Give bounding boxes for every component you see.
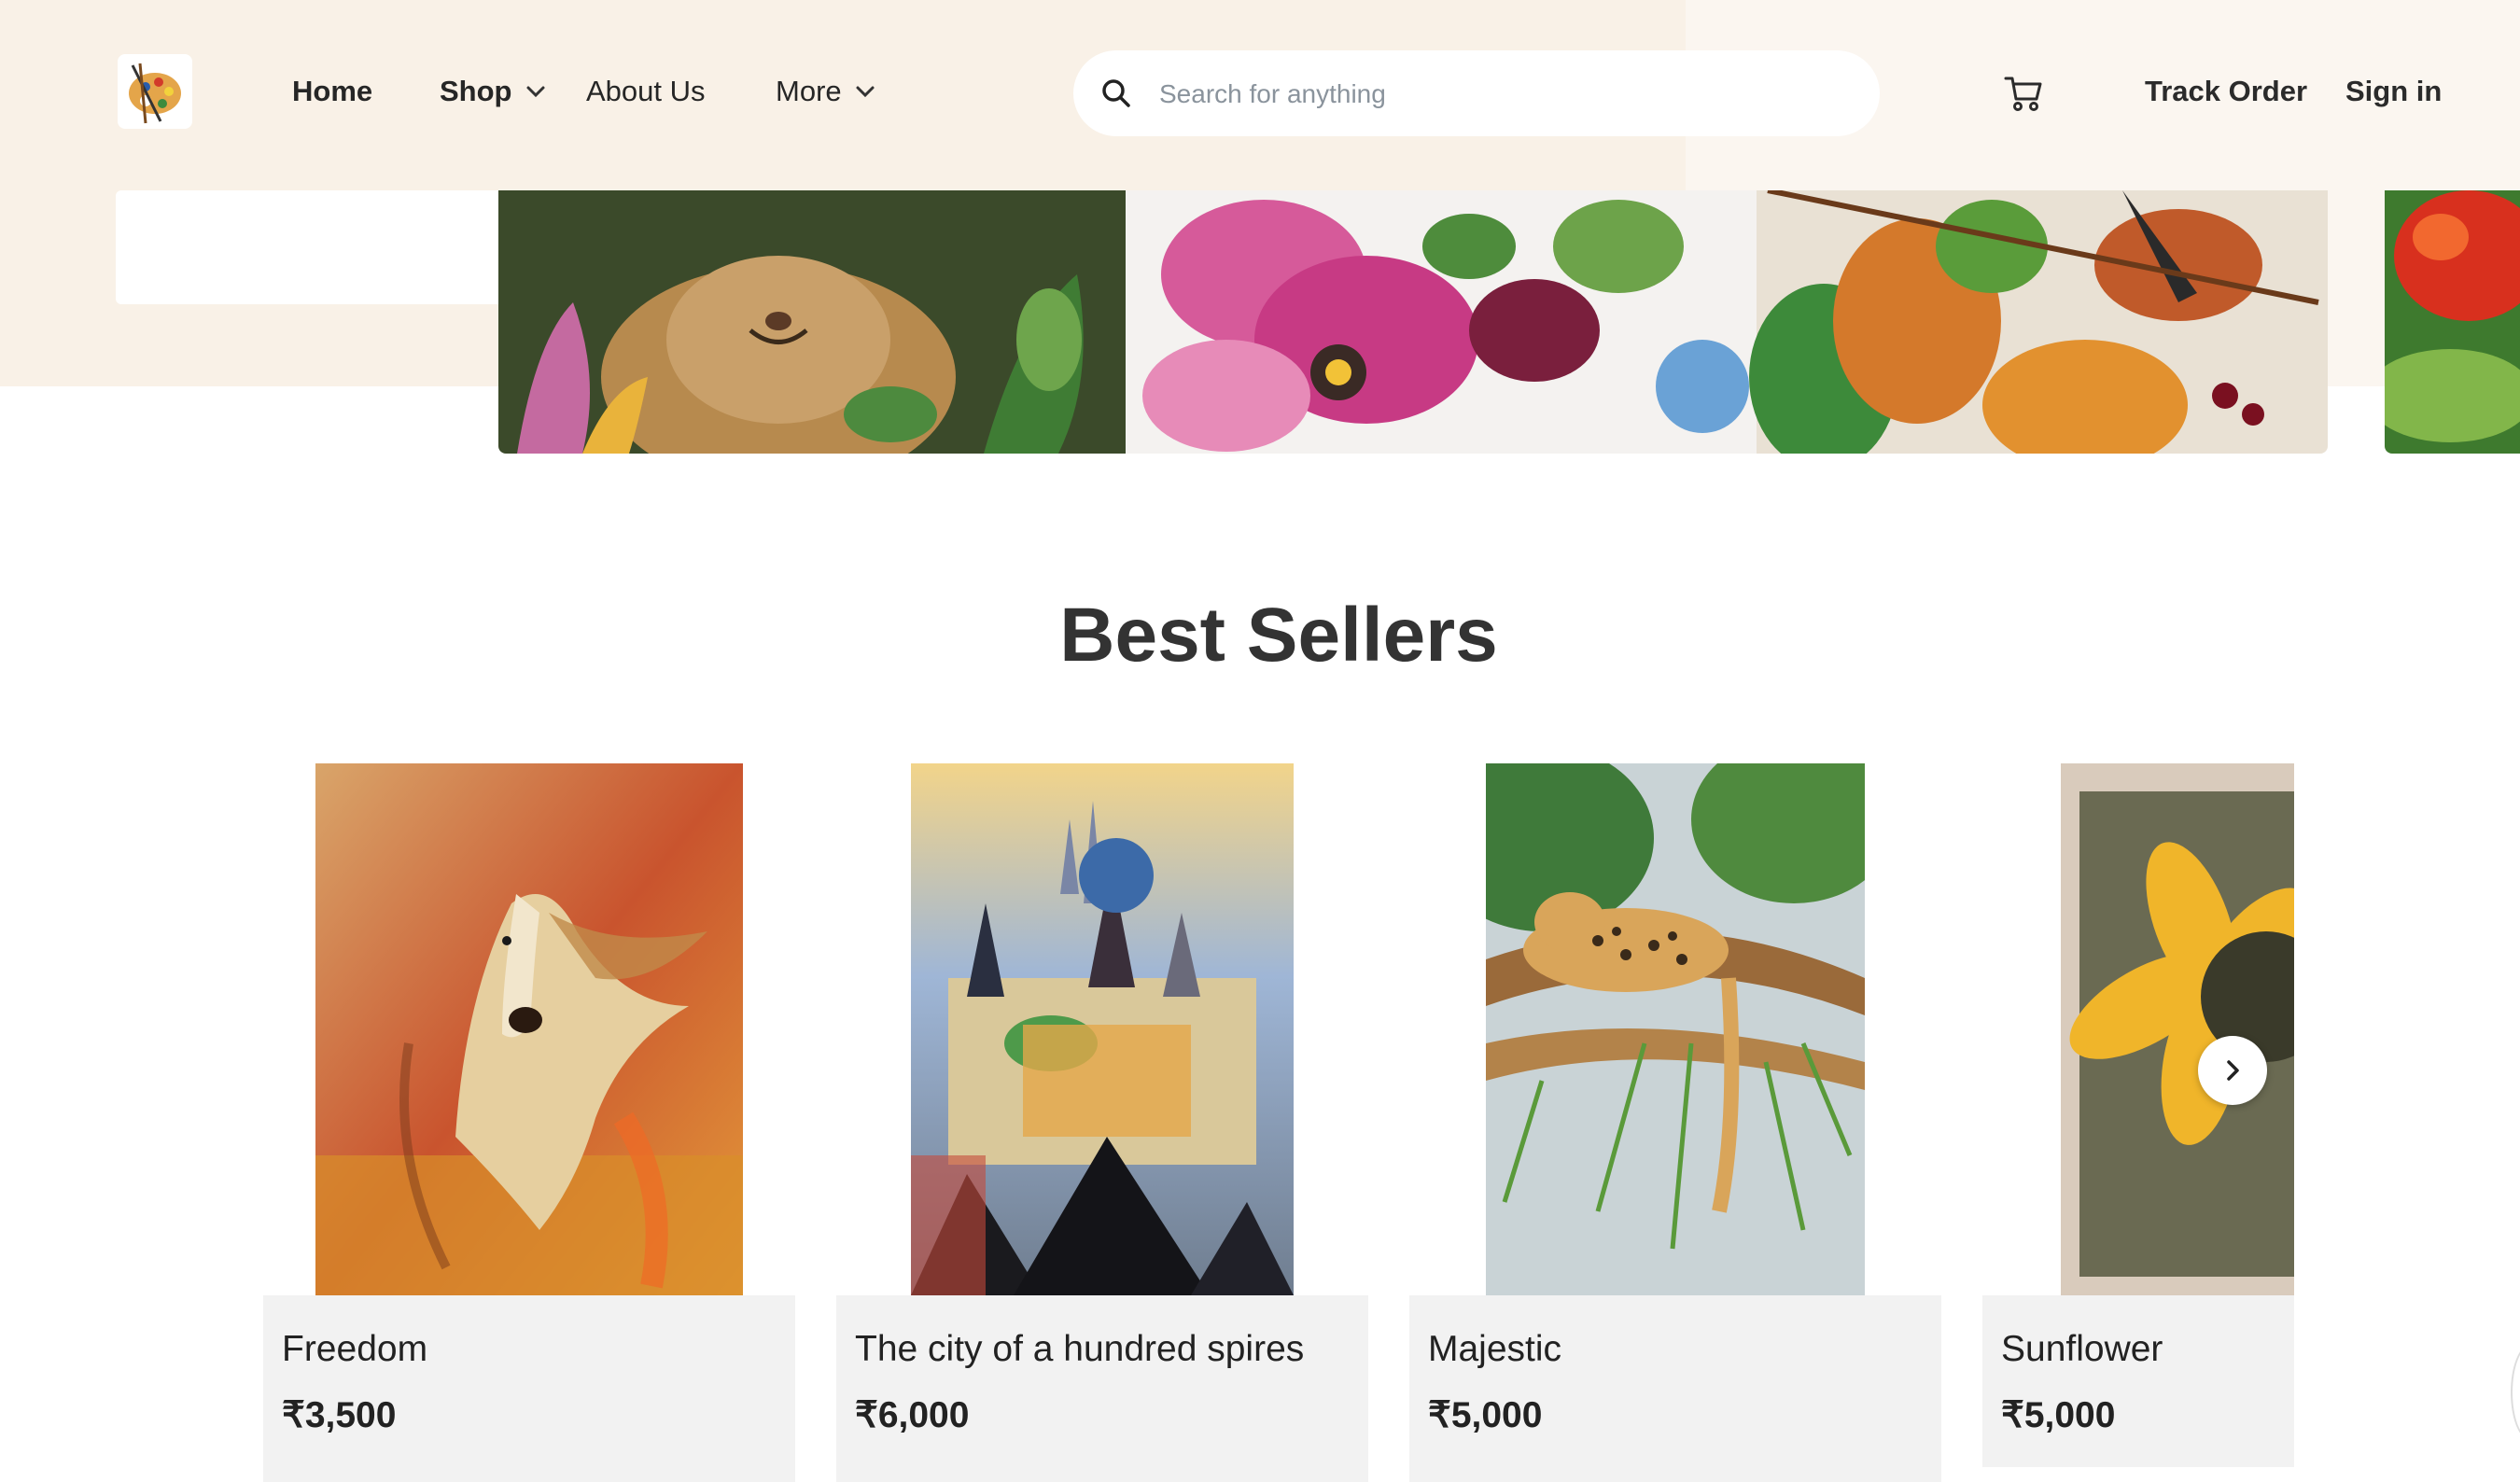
- carousel-next-button[interactable]: [2198, 1036, 2267, 1105]
- site-logo[interactable]: [118, 54, 192, 129]
- product-price: ₹6,000: [855, 1395, 970, 1435]
- banner-carousel[interactable]: [498, 190, 2328, 454]
- product-card[interactable]: Freedom ₹3,500: [263, 763, 795, 1482]
- sunflower-painting: [2061, 763, 2294, 1295]
- product-name[interactable]: Majestic: [1428, 1329, 1561, 1370]
- nav-more-label: More: [776, 75, 842, 107]
- product-info: [836, 1295, 1368, 1482]
- product-info: [1409, 1295, 1941, 1482]
- product-card[interactable]: Majestic ₹5,000: [1409, 763, 1941, 1482]
- chevron-down-icon: [856, 86, 875, 98]
- sign-in-link[interactable]: Sign in: [2345, 73, 2442, 110]
- nav-home[interactable]: Home: [292, 73, 372, 110]
- palette-icon: [129, 63, 181, 124]
- product-name[interactable]: Sunflower: [2001, 1329, 2163, 1370]
- product-price: ₹3,500: [282, 1395, 397, 1435]
- product-price: ₹5,000: [2001, 1395, 2116, 1435]
- product-name[interactable]: Freedom: [282, 1329, 427, 1370]
- horse-painting: [315, 763, 743, 1295]
- product-info: [1982, 1295, 2294, 1467]
- search-input[interactable]: [1157, 75, 1852, 114]
- chat-widget-button[interactable]: [2511, 1344, 2520, 1441]
- track-order-link[interactable]: Track Order: [2145, 73, 2307, 110]
- tiger-and-flowers-painting: [498, 190, 1126, 454]
- cart-icon[interactable]: [2003, 73, 2044, 114]
- section-title: Best Sellers: [1059, 593, 1498, 678]
- banner-next-preview: [2385, 190, 2520, 454]
- pink-flowers-painting: [1126, 190, 1757, 454]
- red-fruit-painting: [2385, 190, 2520, 454]
- product-card[interactable]: Sunflower ₹5,000: [1982, 763, 2294, 1467]
- bird-and-leaves-painting: [1749, 190, 2328, 454]
- product-info: [263, 1295, 795, 1482]
- chevron-down-icon: [526, 86, 544, 98]
- search-icon: [1102, 79, 1130, 107]
- city-spires-painting: [911, 763, 1294, 1295]
- nav-home-label: Home: [292, 75, 373, 107]
- product-price: ₹5,000: [1428, 1395, 1543, 1435]
- nav-shop-label: Shop: [440, 75, 512, 107]
- nav-about-us-label: About Us: [586, 75, 706, 107]
- leopard-painting: [1486, 763, 1865, 1295]
- product-name[interactable]: The city of a hundred spires: [855, 1329, 1304, 1370]
- search-bar[interactable]: [1073, 50, 1880, 136]
- product-card[interactable]: The city of a hundred spires ₹6,000: [836, 763, 1368, 1482]
- chevron-right-icon: [2227, 1060, 2239, 1081]
- nav-shop[interactable]: Shop: [440, 73, 546, 110]
- nav-more[interactable]: More: [776, 73, 875, 110]
- nav-about-us[interactable]: About Us: [586, 73, 706, 110]
